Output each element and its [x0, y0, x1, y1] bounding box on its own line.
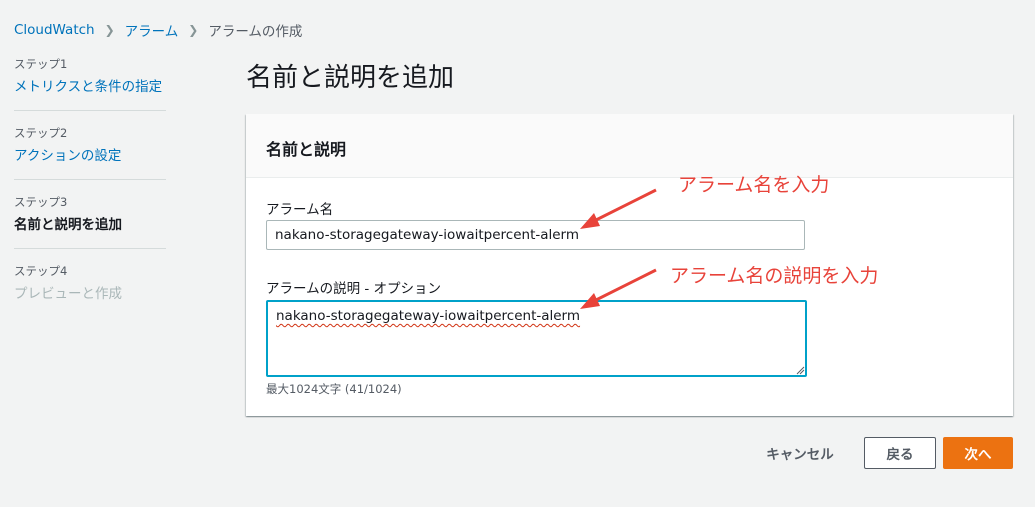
step-2: ステップ2 アクションの設定 [14, 125, 166, 180]
step-number: ステップ1 [14, 57, 68, 71]
step-number: ステップ4 [14, 264, 68, 278]
step-3: ステップ3 名前と説明を追加 [14, 194, 166, 249]
step-number: ステップ2 [14, 126, 68, 140]
next-button[interactable]: 次へ [943, 437, 1013, 469]
chevron-right-icon: ❯ [188, 23, 199, 37]
wizard-steps: ステップ1 メトリクスと条件の指定 ステップ2 アクションの設定 ステップ3 名… [14, 56, 166, 331]
step-4: ステップ4 プレビューと作成 [14, 263, 166, 317]
annotation-description-note: アラーム名の説明を入力 [670, 265, 879, 287]
alarm-description-value: nakano-storagegateway-iowaitpercent-aler… [276, 308, 581, 324]
resize-grip-icon[interactable] [795, 365, 805, 375]
page-title: 名前と説明を追加 [246, 63, 455, 93]
step-1-link[interactable]: メトリクスと条件の指定 [14, 76, 166, 98]
breadcrumb-cloudwatch-link[interactable]: CloudWatch [14, 22, 95, 38]
character-count-hint: 最大1024文字 (41/1024) [266, 382, 402, 396]
step-3-current: 名前と説明を追加 [14, 217, 122, 233]
panel-title: 名前と説明 [266, 140, 347, 159]
alarm-description-label: アラームの説明 - オプション [266, 281, 442, 297]
breadcrumb: CloudWatch ❯ アラーム ❯ アラームの作成 [14, 20, 302, 40]
step-4-disabled: プレビューと作成 [14, 286, 122, 302]
back-button[interactable]: 戻る [864, 437, 936, 469]
step-2-link[interactable]: アクションの設定 [14, 145, 166, 167]
step-number: ステップ3 [14, 195, 68, 209]
annotation-arrow-icon [580, 188, 657, 229]
step-1: ステップ1 メトリクスと条件の指定 [14, 56, 166, 111]
alarm-name-input[interactable] [266, 220, 805, 250]
breadcrumb-alarms-link[interactable]: アラーム [125, 20, 179, 40]
breadcrumb-current: アラームの作成 [208, 24, 303, 40]
annotation-name-note: アラーム名を入力 [678, 174, 830, 196]
name-description-panel: 名前と説明 アラーム名 アラームの説明 - オプション nakano-stora… [246, 114, 1013, 416]
chevron-right-icon: ❯ [104, 23, 115, 37]
annotation-arrow-icon [580, 268, 657, 309]
cancel-button[interactable]: キャンセル [754, 437, 846, 469]
alarm-name-label: アラーム名 [266, 202, 334, 218]
panel-header: 名前と説明 [246, 114, 1013, 178]
